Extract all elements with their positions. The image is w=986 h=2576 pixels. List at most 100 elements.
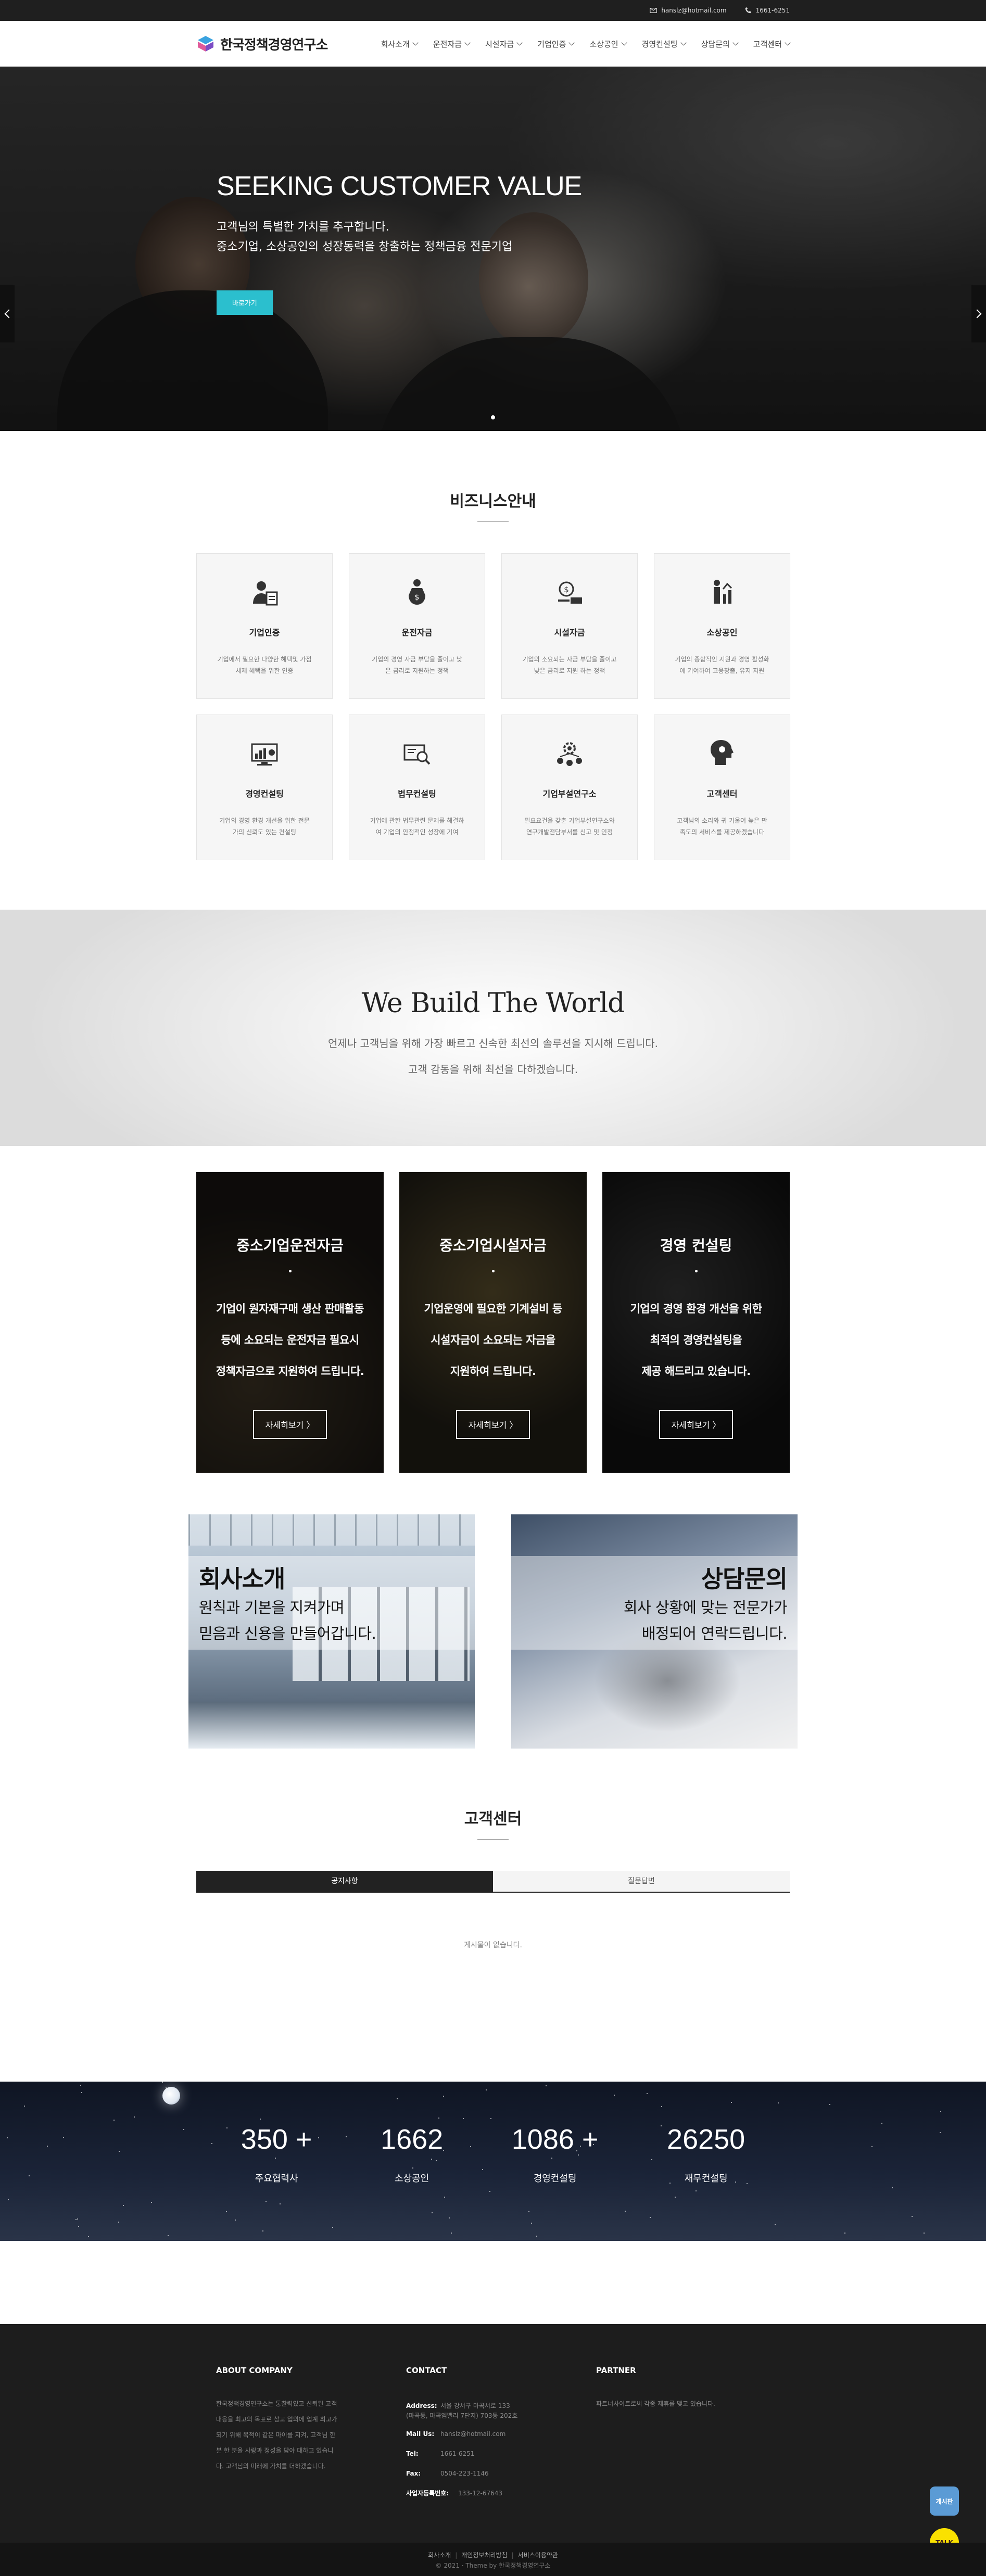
main-nav: 회사소개 운전자금 시설자금 기업인증 소상공인 경영컨설팅 상담문의 고객센터 bbox=[381, 39, 791, 49]
tab-notice[interactable]: 공지사항 bbox=[196, 1871, 493, 1892]
star-dot bbox=[924, 2233, 925, 2234]
star-dot bbox=[134, 2116, 135, 2118]
business-card-title: 운전자금 bbox=[401, 628, 433, 637]
service-card-line: 등에 소요되는 운전자금 필요시 bbox=[221, 1334, 359, 1346]
hero-line-2: 중소기업, 소상공인의 성장동력을 창출하는 정책금융 전문기업 bbox=[217, 240, 513, 253]
star-dot bbox=[88, 2236, 89, 2237]
business-card-title: 법무컨설팅 bbox=[398, 789, 436, 799]
spacer bbox=[0, 2241, 986, 2324]
consult-inquiry-line-1: 회사 상황에 맞는 전문가가 bbox=[623, 1599, 788, 1616]
business-card[interactable]: $ 시설자금 기업의 소요되는 자금 부담을 줄이고 낮은 금리로 지원 하는 정… bbox=[501, 553, 638, 699]
business-card[interactable]: 기업부설연구소 필요요건을 갖춘 기업부설연구소와 연구개발전담부서를 신고 및 … bbox=[501, 715, 638, 860]
service-more-button[interactable]: 자세히보기 〉 bbox=[252, 1410, 327, 1439]
hero-cta-button[interactable]: 바로가기 bbox=[217, 290, 273, 315]
star-dot bbox=[262, 2230, 263, 2231]
star-dot bbox=[332, 2227, 333, 2228]
slider-dot[interactable] bbox=[491, 415, 495, 419]
footer-link-terms[interactable]: 서비스이용약관 bbox=[518, 2550, 558, 2560]
star-dot bbox=[892, 2187, 893, 2188]
nav-certification[interactable]: 기업인증 bbox=[537, 39, 575, 49]
top-email-text: hanslz@hotmail.com bbox=[661, 7, 727, 14]
nav-small-business[interactable]: 소상공인 bbox=[589, 39, 627, 49]
we-build-banner: We Build The World 언제나 고객님을 위해 가장 빠르고 신속… bbox=[0, 910, 986, 1146]
business-card-desc: 기업의 종합적인 지원과 경영 활성화 에 기여하여 고용창출, 유지 지원 bbox=[675, 656, 769, 674]
star-dot bbox=[940, 2111, 941, 2112]
star-dot bbox=[173, 2089, 174, 2090]
star-dot bbox=[29, 2175, 30, 2176]
star-dot bbox=[432, 2212, 433, 2213]
service-card-line: 지원하여 드립니다. bbox=[450, 1365, 536, 1378]
star-dot bbox=[75, 2219, 77, 2220]
stat-item: 26250 재무컨설팅 bbox=[667, 2123, 745, 2185]
hero-title: SEEKING CUSTOMER VALUE bbox=[217, 171, 582, 201]
stat-value: 1662 bbox=[381, 2124, 444, 2155]
slider-prev-button[interactable] bbox=[0, 285, 15, 342]
nav-consulting[interactable]: 경영컨설팅 bbox=[642, 39, 687, 49]
tab-qna[interactable]: 질문답변 bbox=[493, 1871, 790, 1892]
site-logo[interactable]: 한국정책경영연구소 bbox=[196, 34, 328, 54]
business-section: 비즈니스안내 기업인증 기업에서 필요한 다양한 혜택및 가점 세제 혜택을 위한… bbox=[0, 431, 986, 910]
stat-label: 경영컨설팅 bbox=[533, 2173, 577, 2184]
footer-link-privacy[interactable]: 개인정보처리방침 bbox=[461, 2550, 507, 2560]
footer-link-company[interactable]: 회사소개 bbox=[428, 2550, 451, 2560]
star-dot bbox=[528, 2211, 529, 2212]
chevron-down-icon bbox=[732, 40, 739, 46]
star-dot bbox=[625, 2211, 626, 2212]
nav-facility-fund[interactable]: 시설자금 bbox=[485, 39, 523, 49]
quick-board-button[interactable]: 게시판 bbox=[930, 2486, 959, 2516]
star-dot bbox=[77, 2218, 78, 2220]
board-empty-message: 게시물이 없습니다. bbox=[464, 1941, 522, 1949]
footer-mail[interactable]: Mail Us: hanslz@hotmail.com bbox=[406, 2424, 576, 2444]
person-certificate-icon bbox=[253, 581, 278, 606]
service-card-line: 정책자금으로 지원하여 드립니다. bbox=[216, 1365, 364, 1378]
nav-label: 상담문의 bbox=[701, 39, 730, 49]
nav-operating-fund[interactable]: 운전자금 bbox=[433, 39, 471, 49]
business-card-desc: 고객님의 소리와 귀 기울여 높은 만 족도의 서비스를 제공하겠습니다 bbox=[677, 817, 767, 836]
service-more-button[interactable]: 자세히보기 〉 bbox=[456, 1410, 530, 1439]
star-dot bbox=[266, 2201, 267, 2202]
stat-label: 주요협력사 bbox=[255, 2173, 298, 2184]
service-card-line: 기업의 경영 환경 개선을 위한 bbox=[630, 1303, 762, 1315]
nav-inquiry[interactable]: 상담문의 bbox=[701, 39, 739, 49]
star-dot bbox=[940, 2132, 941, 2133]
hero-line-1: 고객님의 특별한 가치를 추구합니다. bbox=[217, 221, 389, 234]
footer-partner-text: 파트너사이트로써 각종 제휴를 맺고 있습니다. bbox=[596, 2400, 715, 2407]
slider-pagination bbox=[491, 415, 495, 419]
star-dot bbox=[650, 2217, 651, 2218]
business-card[interactable]: 고객센터 고객님의 소리와 귀 기울여 높은 만 족도의 서비스를 제공하겠습니다 bbox=[654, 715, 790, 860]
star-dot bbox=[119, 2151, 120, 2152]
star-dot bbox=[162, 2082, 163, 2083]
people-growth-icon bbox=[714, 580, 732, 604]
business-card[interactable]: $ 운전자금 기업의 경영 자금 부담을 줄이고 낮은 금리로 지원하는 정책 bbox=[349, 553, 485, 699]
board-icon-label: 게시판 bbox=[936, 2497, 953, 2505]
nav-customer-center[interactable]: 고객센터 bbox=[753, 39, 791, 49]
star-dot bbox=[63, 2137, 64, 2138]
company-intro-line-1: 원칙과 기본을 지켜가며 bbox=[199, 1599, 345, 1616]
nav-label: 운전자금 bbox=[433, 39, 462, 49]
chevron-down-icon bbox=[464, 40, 471, 46]
slider-next-button[interactable] bbox=[971, 285, 986, 342]
svg-text:$: $ bbox=[564, 585, 569, 594]
company-intro-line-2: 믿음과 신용을 만들어갑니다. bbox=[199, 1625, 376, 1642]
business-card[interactable]: 경영컨설팅 기업의 경영 환경 개선을 위한 전문 가의 신뢰도 있는 컨설팅 bbox=[196, 715, 333, 860]
consult-inquiry-card[interactable]: 상담문의 회사 상황에 맞는 전문가가 배정되어 연락드립니다. bbox=[511, 1514, 798, 1749]
business-card[interactable]: 소상공인 기업의 종합적인 지원과 경영 활성화 에 기여하여 고용창출, 유지 … bbox=[654, 553, 790, 699]
company-intro-card[interactable]: 회사소개 원칙과 기본을 지켜가며 믿음과 신용을 만들어갑니다. bbox=[188, 1514, 475, 1749]
office-floor bbox=[188, 1702, 475, 1749]
top-phone[interactable]: 1661-6251 bbox=[744, 7, 790, 14]
nav-company[interactable]: 회사소개 bbox=[381, 39, 419, 49]
stat-item: 1662 소상공인 bbox=[381, 2123, 443, 2185]
divider-dot bbox=[491, 1270, 495, 1272]
service-more-button[interactable]: 자세히보기 〉 bbox=[659, 1410, 734, 1439]
phone-icon bbox=[745, 7, 751, 14]
site-header: 한국정책경영연구소 회사소개 운전자금 시설자금 기업인증 소상공인 경영컨설팅… bbox=[0, 21, 986, 67]
business-card[interactable]: 기업인증 기업에서 필요한 다양한 혜택및 가점 세제 혜택을 위한 인증 bbox=[196, 553, 333, 699]
banner-line-2: 고객 감동을 위해 최선을 다하겠습니다. bbox=[408, 1063, 578, 1076]
top-email[interactable]: hanslz@hotmail.com bbox=[650, 7, 727, 14]
footer-about-title: ABOUT COMPANY bbox=[216, 2366, 293, 2375]
chevron-down-icon bbox=[785, 40, 791, 46]
business-card[interactable]: 법무컨설팅 기업에 관한 법무관련 문제를 해결하 여 기업의 안정적인 성장에 … bbox=[349, 715, 485, 860]
star-dot bbox=[881, 2123, 882, 2124]
star-dot bbox=[675, 2197, 676, 2198]
star-dot bbox=[168, 2235, 169, 2236]
